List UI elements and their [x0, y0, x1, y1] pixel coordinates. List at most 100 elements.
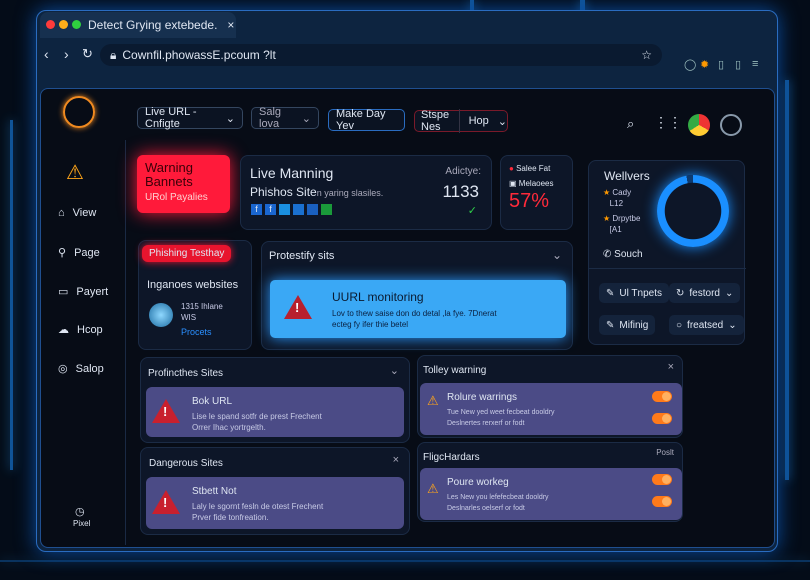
- panel-icon[interactable]: ▯: [718, 58, 724, 71]
- warning-icon: ⚠: [427, 481, 439, 497]
- back-icon[interactable]: ‹: [44, 46, 49, 62]
- sidebar-divider: [125, 140, 126, 545]
- targets-button[interactable]: ✎Ul Tnpets: [599, 283, 669, 303]
- procets-link[interactable]: Procets: [181, 327, 212, 337]
- legend-item: ★ Drpytbe [A1: [603, 213, 640, 235]
- chevron-down-icon: ⌄: [498, 115, 507, 128]
- sidebar-item-payert[interactable]: ▭Payert: [58, 285, 108, 298]
- sidebar-item-salop[interactable]: ◎Salop: [58, 362, 104, 375]
- post-link[interactable]: Poslt: [656, 448, 674, 457]
- panel-title: Dangerous Sites: [149, 458, 223, 469]
- panel-title: Profincthes Sites: [148, 368, 223, 379]
- item-title: Bok URL: [192, 396, 232, 407]
- chevron-down-icon: ⌄: [728, 320, 736, 331]
- sidebar-item-view[interactable]: ⌂ View: [58, 207, 96, 219]
- warning-banner-title: Warning Bannets: [145, 161, 222, 189]
- phishing-stats: 1315 IhlaneWIS: [181, 301, 223, 323]
- refresh-icon: ↻: [676, 288, 684, 299]
- stat-label: Adictye:: [445, 166, 481, 177]
- item-title: Rolure warrings: [447, 392, 517, 403]
- toggle-switch[interactable]: [652, 496, 672, 507]
- minimize-window-dot[interactable]: [59, 20, 68, 29]
- home-icon: ⌂: [58, 207, 65, 219]
- link-icon[interactable]: [293, 204, 304, 215]
- chevron-down-icon[interactable]: ⌄: [552, 248, 562, 262]
- split-button[interactable]: Stspe Nes Hop ⌄: [414, 110, 508, 132]
- reload-icon[interactable]: ↻: [82, 46, 93, 62]
- live-url-dropdown[interactable]: Live URL - Cnfigte ⌄: [137, 107, 243, 129]
- sidebar-item-label: View: [73, 207, 97, 219]
- divider: [589, 268, 746, 269]
- toggle-switch[interactable]: [652, 413, 672, 424]
- url-monitoring-alert[interactable]: ! UURL monitoring Lov to thew saise don …: [270, 280, 566, 338]
- restore-dropdown[interactable]: ↻festord⌄: [669, 283, 740, 303]
- split-left-label[interactable]: Stspe Nes: [415, 109, 460, 133]
- stat-value: 1133: [442, 182, 479, 202]
- warning-icon: ⚠: [66, 160, 84, 185]
- profile-avatar[interactable]: [720, 114, 742, 136]
- facebook-icon[interactable]: f: [251, 204, 262, 215]
- warning-triangle-icon: !: [284, 295, 312, 319]
- tablet-icon[interactable]: ▯: [735, 58, 741, 71]
- mifinig-button[interactable]: ✎Mifinig: [599, 315, 655, 335]
- tab-close-icon[interactable]: ×: [227, 18, 234, 32]
- item-title: Poure workeg: [447, 477, 509, 488]
- card-title: Inganoes websites: [147, 279, 238, 291]
- extension-icon[interactable]: ◯: [684, 58, 696, 71]
- toggle-switch[interactable]: [652, 391, 672, 402]
- grid-icon[interactable]: ⋮⋮: [654, 114, 682, 131]
- browser-tab[interactable]: Detect Grying extebede. ×: [40, 12, 236, 38]
- warning-banner[interactable]: Warning Bannets URol Payalies: [137, 155, 230, 213]
- edit-icon: ✎: [606, 320, 614, 331]
- monitor-icon: ▭: [58, 285, 68, 298]
- warning-banner-subtitle: URol Payalies: [145, 192, 222, 203]
- close-icon[interactable]: ×: [668, 361, 674, 373]
- maximize-window-dot[interactable]: [72, 20, 81, 29]
- extension-gear-icon[interactable]: ✹: [700, 58, 709, 71]
- globe-logo-icon: [63, 96, 95, 128]
- bookmark-star-icon[interactable]: ☆: [641, 48, 652, 62]
- treated-dropdown[interactable]: ○freatsed⌄: [669, 315, 744, 335]
- sidebar-item-hcop[interactable]: ☁Hcop: [58, 323, 103, 336]
- phishing-card: Phishing Testhay Inganoes websites 1315 …: [138, 240, 252, 350]
- item-text: Tue New yed weet fecbeat dooldryDeslnert…: [447, 407, 555, 429]
- alert-text: Lov to thew saise don do detal ,la fye. …: [332, 308, 512, 330]
- phishing-badge[interactable]: Phishing Testhay: [142, 245, 231, 262]
- star-icon: ★: [603, 214, 610, 223]
- close-window-dot[interactable]: [46, 20, 55, 29]
- split-right-label[interactable]: Hop: [464, 115, 494, 127]
- chrome-icon[interactable]: [688, 114, 710, 136]
- alert-item[interactable]: ! Stbett Not Laly le sgornt fesln de ote…: [146, 477, 404, 529]
- item-text: Laly le sgornt fesln de otest FrechentPr…: [192, 501, 323, 523]
- address-bar[interactable]: 🔒︎ Cownfil.phowassE.pcoum ?lt ☆: [100, 44, 662, 66]
- live-monitoring-card: Live Manning Phishos Siten yaring slasil…: [240, 155, 492, 230]
- arrow-icon[interactable]: [307, 204, 318, 215]
- share-icon[interactable]: [279, 204, 290, 215]
- chevron-down-icon[interactable]: ⌄: [390, 364, 399, 377]
- alert-item[interactable]: ! Bok URL Lise le spand sotfr de prest F…: [146, 387, 404, 437]
- warning-triangle-icon: !: [152, 399, 180, 423]
- search-icon[interactable]: ⌕: [627, 116, 634, 132]
- close-icon[interactable]: ×: [393, 454, 399, 466]
- lock-icon: 🔒︎: [110, 48, 116, 63]
- toggle-switch[interactable]: [652, 474, 672, 485]
- sidebar-item-label: Page: [74, 247, 100, 259]
- sidebar-bottom-label: Pixel: [73, 519, 90, 528]
- clock-icon[interactable]: ◷: [75, 505, 85, 518]
- facebook-icon[interactable]: f: [265, 204, 276, 215]
- forward-icon[interactable]: ›: [64, 46, 69, 62]
- sidebar-item-label: Hcop: [77, 324, 103, 336]
- sidebar-item-page[interactable]: ⚲Page: [58, 246, 100, 259]
- alert-title: UURL monitoring: [332, 290, 424, 304]
- search-link[interactable]: ✆ Souch: [603, 249, 643, 260]
- card-title: Protestify sits: [269, 250, 334, 262]
- alert-item: ⚠ Rolure warrings Tue New yed weet fecbe…: [420, 383, 682, 435]
- menu-icon[interactable]: ≡: [752, 58, 758, 70]
- chat-icon[interactable]: [321, 204, 332, 215]
- chevron-down-icon: ⌄: [226, 112, 235, 125]
- item-text: Lise le spand sotfr de prest FrechentOrr…: [192, 411, 322, 433]
- make-day-button[interactable]: Make Day Yev: [328, 109, 405, 131]
- salg-dropdown[interactable]: Salg lova⌄: [251, 107, 319, 129]
- panel-title: Tolley warning: [423, 365, 486, 376]
- dropdown-label: Live URL - Cnfigte: [145, 106, 222, 130]
